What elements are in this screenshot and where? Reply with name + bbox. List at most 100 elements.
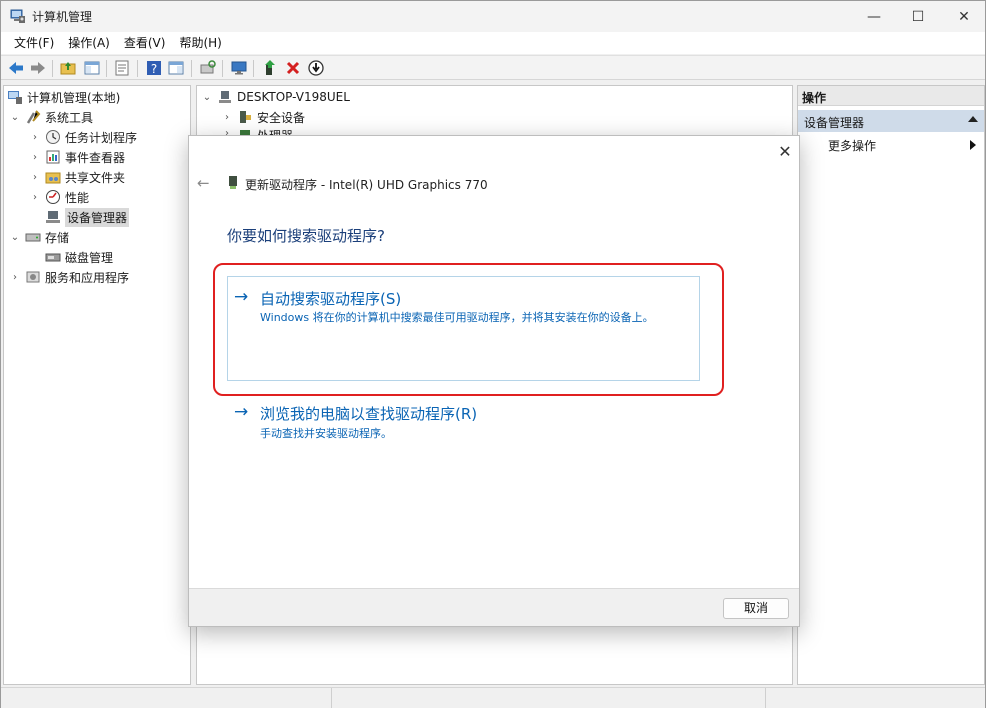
navigation-tree-pane: 计算机管理(本地) ⌄ 系统工具 › 任务计划程序 › 事件查看器 › 共享文件… <box>3 85 191 685</box>
security-device-icon <box>240 111 251 123</box>
computer-management-icon <box>10 9 25 23</box>
dialog-footer: 取消 <box>189 588 799 626</box>
minimize-button[interactable]: — <box>851 1 897 32</box>
shared-folder-icon <box>45 172 61 184</box>
dialog-close-button[interactable]: ✕ <box>777 144 793 160</box>
monitor-icon[interactable] <box>230 59 248 77</box>
toolbar-separator <box>222 60 223 77</box>
tree-item-label: 任务计划程序 <box>65 130 138 145</box>
tree-item-computer[interactable]: ⌄ DESKTOP-V198UEL <box>201 87 350 107</box>
svg-text:?: ? <box>151 62 157 76</box>
tree-item-device-manager[interactable]: 设备管理器 <box>45 207 130 227</box>
tree-item-label: 存储 <box>45 230 70 245</box>
dialog-title: 更新驱动程序 - Intel(R) UHD Graphics 770 <box>245 178 488 192</box>
menu-file[interactable]: 文件(F) <box>7 32 61 54</box>
services-icon <box>26 271 40 283</box>
close-window-button[interactable]: ✕ <box>941 1 986 32</box>
status-segment <box>765 688 766 708</box>
computer-icon <box>219 91 231 103</box>
more-actions-item[interactable]: 更多操作 <box>828 137 876 154</box>
tree-item-security-devices[interactable]: › 安全设备 <box>221 107 305 127</box>
tree-item-system-tools[interactable]: ⌄ 系统工具 <box>9 107 93 127</box>
tree-item-task-scheduler[interactable]: › 任务计划程序 <box>29 127 137 147</box>
update-driver-dialog: ✕ ← 更新驱动程序 - Intel(R) UHD Graphics 770 你… <box>188 135 800 627</box>
window-title: 计算机管理 <box>32 10 93 24</box>
back-arrow-button[interactable]: ← <box>197 174 210 192</box>
chevron-right-icon[interactable]: › <box>29 191 41 203</box>
computer-management-window: 计算机管理 — ☐ ✕ 文件(F) 操作(A) 查看(V) 帮助(H) ? 计算… <box>0 0 986 708</box>
uninstall-icon[interactable] <box>284 59 302 77</box>
device-manager-icon <box>46 211 60 223</box>
tree-item-disk-management[interactable]: 磁盘管理 <box>45 247 113 267</box>
folder-up-icon[interactable] <box>59 59 77 77</box>
tree-item-shared-folders[interactable]: › 共享文件夹 <box>29 167 125 187</box>
show-action-pane-icon[interactable] <box>167 59 185 77</box>
chevron-right-icon[interactable]: › <box>9 271 21 283</box>
chevron-down-icon[interactable]: ⌄ <box>9 111 21 123</box>
tree-item-label: 设备管理器 <box>65 207 130 227</box>
event-viewer-icon <box>46 150 60 164</box>
menu-view[interactable]: 查看(V) <box>117 32 173 54</box>
collapse-triangle-icon[interactable] <box>968 116 978 122</box>
disk-management-icon <box>45 253 61 262</box>
tree-item-storage[interactable]: ⌄ 存储 <box>9 227 69 247</box>
cancel-button[interactable]: 取消 <box>723 598 789 619</box>
dialog-question: 你要如何搜索驱动程序? <box>227 227 385 245</box>
toolbar-separator <box>52 60 53 77</box>
actions-header: 操作 <box>798 86 984 106</box>
browse-computer-description: 手动查找并安装驱动程序。 <box>260 427 392 440</box>
toolbar-separator <box>253 60 254 77</box>
red-highlight-annotation <box>213 263 724 396</box>
performance-icon <box>46 190 60 204</box>
status-bar <box>1 687 985 708</box>
title-bar: 计算机管理 — ☐ ✕ <box>1 1 985 32</box>
clock-icon <box>46 130 60 144</box>
actions-section-label: 设备管理器 <box>804 116 865 130</box>
help-icon[interactable]: ? <box>145 59 163 77</box>
tree-item-services-apps[interactable]: › 服务和应用程序 <box>9 267 129 287</box>
scan-hardware-icon[interactable] <box>199 59 217 77</box>
menu-help[interactable]: 帮助(H) <box>172 32 228 54</box>
tree-item-label: 计算机管理(本地) <box>27 90 121 105</box>
chevron-right-icon[interactable]: › <box>29 151 41 163</box>
toolbar-separator <box>137 60 138 77</box>
show-hide-tree-icon[interactable] <box>83 59 101 77</box>
auto-search-description: Windows 将在你的计算机中搜索最佳可用驱动程序，并将其安装在你的设备上。 <box>260 311 654 324</box>
tree-item-performance[interactable]: › 性能 <box>29 187 89 207</box>
chevron-down-icon[interactable]: ⌄ <box>201 91 213 103</box>
maximize-button[interactable]: ☐ <box>895 1 941 32</box>
tree-item-label: 共享文件夹 <box>65 170 126 185</box>
auto-search-title[interactable]: 自动搜索驱动程序(S) <box>260 288 401 309</box>
tree-item-computer-management[interactable]: 计算机管理(本地) <box>7 87 120 107</box>
graphics-card-icon <box>229 176 237 189</box>
right-arrow-icon: → <box>234 402 249 422</box>
actions-section-device-manager[interactable]: 设备管理器 <box>798 110 984 132</box>
chevron-down-icon[interactable]: ⌄ <box>9 231 21 243</box>
tree-item-label: 磁盘管理 <box>65 250 114 265</box>
chevron-right-icon[interactable]: › <box>221 111 233 123</box>
status-segment <box>331 688 332 708</box>
tree-item-label: 性能 <box>65 190 90 205</box>
disable-icon[interactable] <box>307 59 325 77</box>
right-arrow-icon: → <box>234 287 249 307</box>
chevron-right-icon[interactable]: › <box>29 171 41 183</box>
toolbar-separator <box>106 60 107 77</box>
back-arrow-icon[interactable] <box>7 59 25 77</box>
browse-computer-title[interactable]: 浏览我的电脑以查找驱动程序(R) <box>260 403 477 424</box>
update-driver-icon[interactable] <box>261 59 279 77</box>
tree-item-label: DESKTOP-V198UEL <box>237 90 350 104</box>
forward-arrow-icon[interactable] <box>29 59 47 77</box>
system-tools-icon <box>26 110 41 124</box>
computer-management-icon <box>8 91 22 104</box>
tree-item-label: 事件查看器 <box>65 150 126 165</box>
storage-icon <box>25 233 41 242</box>
submenu-arrow-icon[interactable] <box>970 140 976 150</box>
menu-action[interactable]: 操作(A) <box>61 32 117 54</box>
menu-bar: 文件(F) 操作(A) 查看(V) 帮助(H) <box>1 32 985 54</box>
tree-item-event-viewer[interactable]: › 事件查看器 <box>29 147 125 167</box>
toolbar: ? <box>1 55 985 80</box>
actions-pane: 操作 设备管理器 更多操作 <box>797 85 985 685</box>
tree-item-label: 服务和应用程序 <box>45 270 130 285</box>
chevron-right-icon[interactable]: › <box>29 131 41 143</box>
properties-icon[interactable] <box>113 59 131 77</box>
